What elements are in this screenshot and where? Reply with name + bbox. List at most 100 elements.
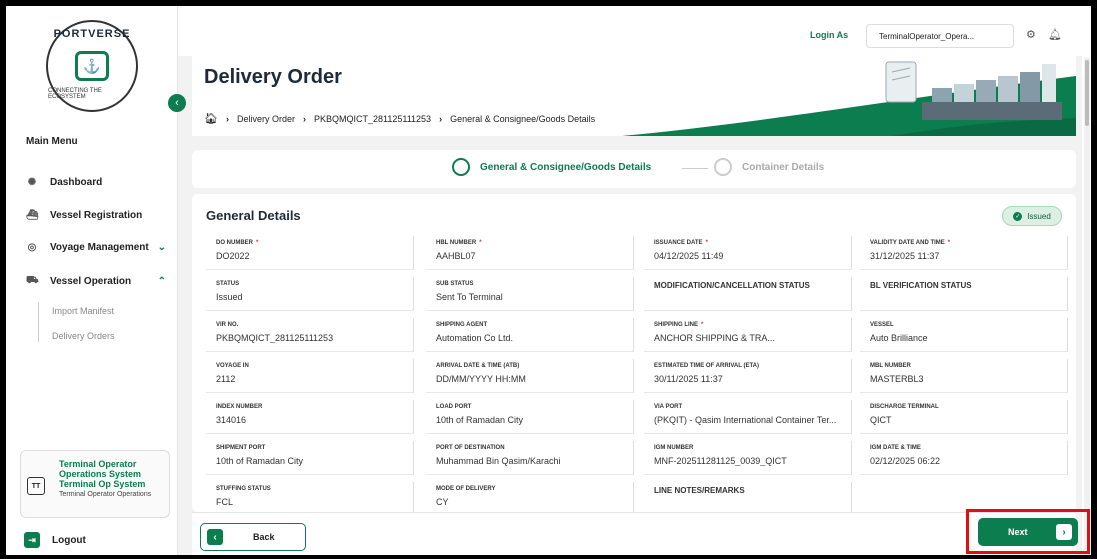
sidebar-subitem-import-manifest[interactable]: Import Manifest (52, 306, 114, 316)
field-value: 2112 (216, 374, 236, 384)
field-label-text: Estimated Time of Arrival (ETA) (654, 363, 759, 369)
field-value: FCL (216, 497, 234, 507)
status-badge: ✓ Issued (1002, 206, 1062, 226)
ship-logo-icon: ⚓ (75, 51, 109, 81)
topbar: Login As TerminalOperator_Opera... ⚙ 🔔︎ (178, 6, 1091, 56)
field-label: VIR No. (216, 322, 238, 328)
field-label-text: Line Notes/Remarks (654, 486, 745, 495)
back-button[interactable]: ‹ Back (200, 523, 306, 551)
step-general[interactable]: General & Consignee/Goods Details (452, 158, 651, 176)
user-role: Terminal Operator Operations (59, 491, 152, 498)
field-label: Mode of Delivery (436, 486, 495, 492)
breadcrumb-item-delivery-order[interactable]: Delivery Order (237, 114, 295, 124)
field-label-text: Stuffing Status (216, 486, 271, 492)
field-label: HBL Number * (436, 240, 482, 246)
step-container[interactable]: Container Details (714, 158, 824, 176)
detail-field: Issuance Date * 04/12/2025 11:49 (644, 236, 852, 270)
logo-tagline: CONNECTING THE ECOSYSTEM (48, 88, 102, 100)
field-value: Automation Co Ltd. (436, 333, 514, 343)
field-label-text: Index Number (216, 404, 263, 410)
detail-field: Validity Date and Time * 31/12/2025 11:37 (860, 236, 1068, 270)
required-marker: * (705, 240, 708, 246)
scrollbar[interactable] (1084, 58, 1090, 555)
home-icon[interactable]: 🏠︎ (204, 112, 218, 125)
bell-icon[interactable]: 🔔︎ (1048, 28, 1062, 41)
detail-field: Estimated Time of Arrival (ETA) 30/11/202… (644, 359, 852, 393)
field-label: Stuffing Status (216, 486, 271, 492)
sidebar: PORTVERSE ⚓ CONNECTING THE ECOSYSTEM Mai… (6, 6, 178, 555)
field-value: DD/MM/YYYY HH:MM (436, 374, 526, 384)
field-label: Shipment Port (216, 445, 265, 451)
field-value: Muhammad Bin Qasim/Karachi (436, 456, 561, 466)
chevron-up-icon[interactable]: ⌃ (158, 276, 166, 287)
page-banner: Delivery Order 🏠︎ › Delivery Order › PKB… (192, 56, 1076, 136)
step-label: General & Consignee/Goods Details (480, 161, 652, 173)
field-label: Load Port (436, 404, 471, 410)
detail-field: Status Issued (206, 277, 414, 311)
field-label: Voyage In (216, 363, 249, 369)
scrollbar-thumb[interactable] (1085, 60, 1089, 126)
field-label: Arrival Date & Time (ATB) (436, 363, 519, 369)
field-label: Estimated Time of Arrival (ETA) (654, 363, 759, 369)
field-label: IGM Date & Time (870, 445, 921, 451)
check-icon: ✓ (1013, 211, 1023, 221)
sidebar-item-label: Vessel Operation (50, 275, 132, 287)
field-label-text: Shipping Line (654, 322, 699, 328)
field-label-text: Issuance Date (654, 240, 703, 246)
sidebar-item-vessel-operation[interactable]: ⛟ Vessel Operation ⌃ (26, 271, 172, 291)
field-value: 30/11/2025 11:37 (654, 374, 723, 384)
field-label-text: VIR No. (216, 322, 239, 328)
next-button[interactable]: Next › (978, 518, 1078, 546)
chevron-down-icon[interactable]: ⌄ (158, 242, 166, 253)
field-label: BL Verification Status (870, 281, 972, 290)
step-circle-active-icon (452, 158, 470, 176)
logout-button[interactable]: ⇥ Logout (24, 532, 86, 548)
sidebar-item-voyage-management[interactable]: ◎ Voyage Management ⌄ (26, 237, 172, 257)
sidebar-subitem-delivery-orders[interactable]: Delivery Orders (52, 331, 115, 341)
back-label: Back (253, 532, 275, 542)
field-label: Shipping Line * (654, 322, 703, 328)
detail-field: Arrival Date & Time (ATB) DD/MM/YYYY HH:M… (426, 359, 634, 393)
field-value: AAHBL07 (436, 251, 476, 261)
breadcrumb-item-current: General & Consignee/Goods Details (450, 113, 596, 124)
login-as-select[interactable]: TerminalOperator_Opera... (866, 24, 1014, 48)
field-value: Issued (216, 292, 243, 302)
field-value: CY (436, 497, 449, 507)
footer-bar: ‹ Back (192, 512, 1076, 555)
breadcrumb: 🏠︎ › Delivery Order › PKBQMQICT_28112511… (204, 112, 595, 125)
field-label: Status (216, 281, 239, 287)
settings-icon[interactable]: ⚙ (1026, 28, 1036, 41)
field-label: DO Number * (216, 240, 258, 246)
page-title: Delivery Order (204, 66, 342, 88)
detail-field: Mode of Delivery CY (426, 482, 634, 512)
dashboard-icon: ✺ (27, 176, 37, 188)
detail-field: BL Verification Status (860, 277, 1068, 311)
required-marker: * (701, 322, 704, 328)
field-label-text: Sub Status (436, 281, 474, 287)
field-label: Modification/Cancellation Status (654, 281, 810, 290)
user-card[interactable]: TT Terminal Operator Operations System T… (20, 450, 170, 518)
detail-field: Port of Destination Muhammad Bin Qasim/Ka… (426, 441, 634, 475)
general-details-card: General Details ✓ Issued DO Number * DO202… (192, 194, 1076, 512)
field-value: Auto Brilliance (870, 333, 928, 343)
collapse-sidebar-button[interactable]: ‹ (168, 94, 186, 112)
field-label-text: Mode of Delivery (436, 486, 496, 492)
field-label-text: BL Verification Status (870, 281, 972, 290)
sidebar-item-dashboard[interactable]: ✺ Dashboard (26, 172, 172, 192)
chevron-right-icon: › (1056, 524, 1072, 540)
field-label: Index Number (216, 404, 262, 410)
breadcrumb-item-vir[interactable]: PKBQMQICT_281125111253 (314, 114, 431, 124)
field-label-text: Modification/Cancellation Status (654, 281, 810, 290)
portverse-logo[interactable]: PORTVERSE ⚓ CONNECTING THE ECOSYSTEM (46, 20, 138, 112)
user-name: Terminal Operator Operations System Term… (59, 459, 146, 489)
field-label-text: DO Number (216, 240, 253, 246)
field-value: 02/12/2025 06:22 (870, 456, 941, 466)
route-icon: ◎ (27, 241, 37, 253)
sidebar-item-vessel-registration[interactable]: ⛴ Vessel Registration (26, 205, 172, 225)
sidebar-item-label: Dashboard (50, 176, 103, 188)
field-value: 04/12/2025 11:49 (654, 251, 724, 261)
field-label-text: Shipment Port (216, 445, 266, 451)
detail-field: Load Port 10th of Ramadan City (426, 400, 634, 434)
field-label: IGM Number (654, 445, 693, 451)
field-label-text: MBL Number (870, 363, 911, 369)
